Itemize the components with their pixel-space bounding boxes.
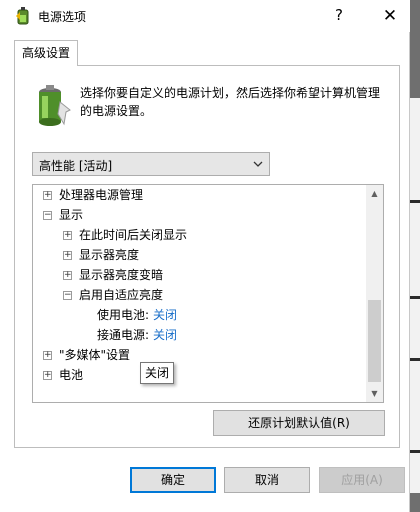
expand-icon[interactable]: + bbox=[43, 191, 52, 200]
on-battery-value-link[interactable]: 关闭 bbox=[153, 305, 177, 325]
battery-plan-icon bbox=[39, 85, 71, 126]
close-button[interactable]: ✕ bbox=[376, 4, 404, 28]
scroll-up-arrow-icon[interactable]: ▲ bbox=[366, 185, 383, 202]
chevron-down-icon bbox=[253, 161, 263, 167]
value-tooltip: 关闭 bbox=[140, 362, 175, 384]
expand-icon[interactable]: + bbox=[63, 251, 72, 260]
tab-advanced-settings[interactable]: 高级设置 bbox=[14, 40, 78, 66]
scroll-thumb[interactable] bbox=[368, 300, 381, 382]
power-options-dialog: 电源选项 ? ✕ 高级设置 选择你要自定义的电源计划，然后选择你希望计算机管理的… bbox=[0, 0, 410, 512]
collapse-icon[interactable]: − bbox=[43, 211, 52, 220]
power-plan-icon bbox=[16, 7, 29, 25]
title-bar: 电源选项 ? ✕ bbox=[0, 0, 410, 32]
settings-tree[interactable]: + 处理器电源管理 − 显示 + 在此时间后关闭显示 + 显示器亮度 + 显示器… bbox=[32, 184, 384, 403]
help-button[interactable]: ? bbox=[335, 6, 343, 24]
plan-description: 选择你要自定义的电源计划，然后选择你希望计算机管理的电源设置。 bbox=[80, 86, 381, 118]
restore-defaults-button[interactable]: 还原计划默认值(R) bbox=[213, 410, 385, 436]
plan-select[interactable]: 高性能 [活动] bbox=[32, 152, 270, 176]
window-title: 电源选项 bbox=[38, 10, 87, 24]
collapse-icon[interactable]: − bbox=[63, 291, 72, 300]
expand-icon[interactable]: + bbox=[63, 231, 72, 240]
scroll-down-arrow-icon[interactable]: ▼ bbox=[366, 385, 383, 402]
plan-select-value: 高性能 [活动] bbox=[39, 159, 113, 173]
cancel-button[interactable]: 取消 bbox=[224, 467, 310, 493]
apply-button: 应用(A) bbox=[319, 467, 405, 493]
expand-icon[interactable]: + bbox=[43, 371, 52, 380]
tree-scrollbar[interactable]: ▲ ▼ bbox=[366, 185, 383, 402]
expand-icon[interactable]: + bbox=[63, 271, 72, 280]
plugged-in-value-link[interactable]: 关闭 bbox=[153, 325, 177, 345]
ok-button[interactable]: 确定 bbox=[130, 467, 216, 493]
expand-icon[interactable]: + bbox=[43, 351, 52, 360]
background-window-edge bbox=[410, 0, 420, 512]
